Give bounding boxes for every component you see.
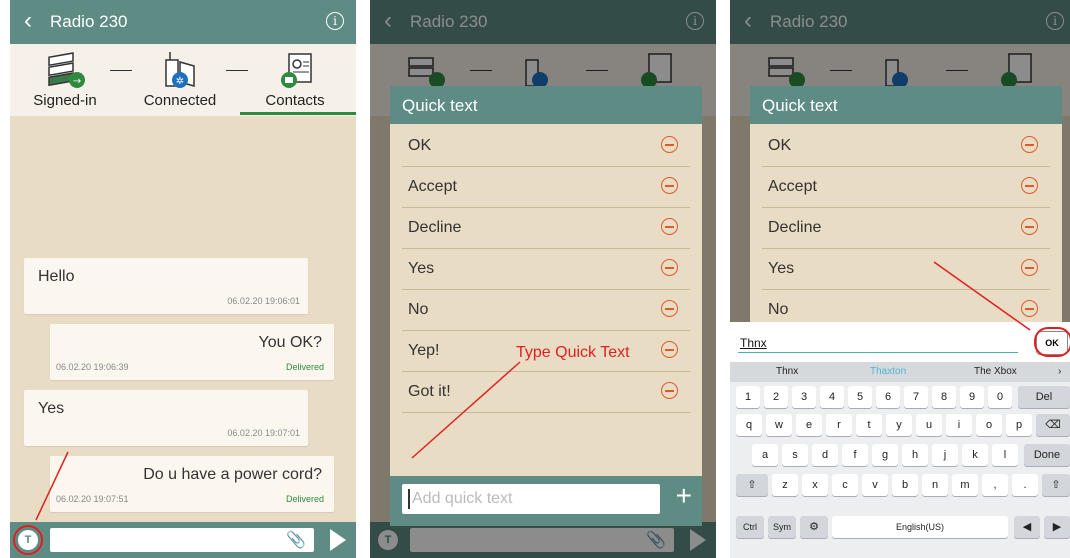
key[interactable]: k [962, 444, 988, 466]
space-key[interactable]: English(US) [832, 516, 1008, 538]
suggestion[interactable]: Thnx [776, 366, 798, 377]
arrow-left-icon[interactable]: ◀ [1014, 516, 1040, 538]
key[interactable]: m [952, 474, 978, 496]
contacts-icon [281, 53, 312, 88]
key[interactable]: 2 [764, 386, 788, 408]
step-connected[interactable]: ✲ Connected [125, 44, 235, 116]
chat-screen: ‹ Radio 230 i → Signed-in ✲ Connected Co… [10, 0, 356, 558]
quick-text-screen: ‹ Radio 230 i 06.02.20 19:07:51 Delivere… [370, 0, 716, 558]
connection-steps: → Signed-in ✲ Connected Contacts [10, 44, 356, 116]
active-tab-indicator [240, 112, 356, 115]
key[interactable]: p [1006, 414, 1032, 436]
message-input[interactable]: 📎 [50, 528, 314, 552]
signed-in-icon: → [48, 52, 85, 88]
quick-text-keyboard-screen: ‹ Radio 230 i Quick text OK Accept Decli… [730, 0, 1070, 558]
annotation-arrow [411, 361, 521, 459]
key[interactable]: t [856, 414, 882, 436]
key[interactable]: a [752, 444, 778, 466]
send-icon[interactable] [330, 529, 346, 551]
radio-icon: ✲ [165, 52, 195, 88]
key[interactable]: g [872, 444, 898, 466]
shift-icon[interactable]: ⇧ [736, 474, 768, 496]
key[interactable]: i [946, 414, 972, 436]
key[interactable]: d [812, 444, 838, 466]
key[interactable]: e [796, 414, 822, 436]
key[interactable]: 5 [848, 386, 872, 408]
svg-text:✲: ✲ [176, 76, 184, 87]
chevron-right-icon[interactable]: › [1058, 366, 1061, 377]
suggestion[interactable]: The Xbox [974, 366, 1017, 377]
svg-text:→: → [73, 76, 81, 87]
key[interactable]: 0 [988, 386, 1012, 408]
key[interactable]: 1 [736, 386, 760, 408]
key[interactable]: y [886, 414, 912, 436]
suggestion[interactable]: Thaxton [870, 366, 906, 377]
add-icon[interactable]: + [676, 482, 692, 510]
key[interactable]: 7 [904, 386, 928, 408]
add-quick-text-row: Add quick text + [390, 476, 702, 526]
key[interactable]: f [842, 444, 868, 466]
key[interactable]: s [782, 444, 808, 466]
step-label: Connected [143, 92, 217, 109]
step-signed-in[interactable]: → Signed-in [10, 44, 120, 116]
step-label: Contacts [265, 92, 325, 109]
highlight-circle [13, 525, 43, 555]
key[interactable]: 3 [792, 386, 816, 408]
done-key[interactable]: Done [1024, 444, 1070, 466]
key[interactable]: , [982, 474, 1008, 496]
shift-icon[interactable]: ⇧ [1042, 474, 1070, 496]
key[interactable]: . [1012, 474, 1038, 496]
quick-text-dialog: Quick text OK Accept Decline Yes No Yep!… [390, 86, 702, 526]
key[interactable]: q [736, 414, 762, 436]
key[interactable]: b [892, 474, 918, 496]
key[interactable]: u [916, 414, 942, 436]
app-title: Radio 230 [50, 12, 128, 31]
key[interactable]: 8 [932, 386, 956, 408]
key[interactable]: x [802, 474, 828, 496]
input-placeholder: Add quick text [412, 490, 513, 507]
key[interactable]: 4 [820, 386, 844, 408]
suggestion-bar: Thnx Thaxton The Xbox › [730, 362, 1070, 382]
back-icon[interactable]: ‹ [24, 9, 32, 33]
app-header: ‹ Radio 230 i [10, 0, 356, 44]
info-icon[interactable]: i [326, 12, 344, 30]
attach-icon[interactable]: 📎 [286, 530, 306, 550]
key[interactable]: o [976, 414, 1002, 436]
message-list: Hello 06.02.20 19:06:01 You OK? 06.02.20… [10, 116, 356, 522]
delete-key[interactable]: Del [1018, 386, 1070, 408]
key[interactable]: w [766, 414, 792, 436]
arrow-right-icon[interactable]: ▶ [1044, 516, 1070, 538]
key[interactable]: n [922, 474, 948, 496]
compose-bar: T 📎 [10, 522, 356, 558]
add-quick-text-input[interactable]: Add quick text [402, 484, 660, 514]
key[interactable]: 6 [876, 386, 900, 408]
key[interactable]: r [826, 414, 852, 436]
step-label: Signed-in [33, 92, 97, 109]
key[interactable]: l [992, 444, 1018, 466]
key[interactable]: v [862, 474, 888, 496]
backspace-icon[interactable]: ⌫ [1036, 414, 1070, 436]
sym-key[interactable]: Sym [768, 516, 796, 538]
ctrl-key[interactable]: Ctrl [736, 516, 764, 538]
key[interactable]: c [832, 474, 858, 496]
settings-icon[interactable]: ⚙ [800, 516, 828, 538]
key[interactable]: j [932, 444, 958, 466]
step-contacts[interactable]: Contacts [240, 44, 350, 116]
annotation-arrow [35, 451, 69, 521]
text-caret [408, 489, 410, 509]
key[interactable]: h [902, 444, 928, 466]
key[interactable]: 9 [960, 386, 984, 408]
key[interactable]: z [772, 474, 798, 496]
